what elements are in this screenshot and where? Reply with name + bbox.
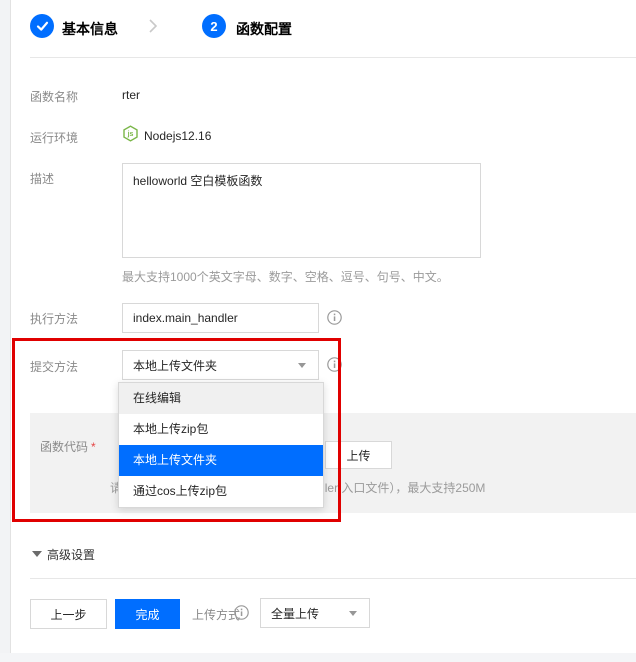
menu-item-upload-zip[interactable]: 本地上传zip包 <box>119 414 323 445</box>
svg-text:js: js <box>127 131 134 138</box>
step2-label: 函数配置 <box>236 19 292 39</box>
upload-mode-select[interactable]: 全量上传 <box>260 598 370 628</box>
menu-item-cos-zip[interactable]: 通过cos上传zip包 <box>119 476 323 507</box>
step2-number: 2 <box>210 19 217 34</box>
page-bottom-gutter <box>0 653 636 662</box>
function-name-label: 函数名称 <box>30 88 78 105</box>
footer-divider <box>30 578 636 579</box>
check-icon <box>36 21 49 32</box>
submit-method-value: 本地上传文件夹 <box>123 357 298 374</box>
header-divider <box>30 57 636 58</box>
function-code-label: 函数代码* <box>40 438 96 455</box>
description-label: 描述 <box>30 170 54 187</box>
nodejs-icon: js <box>122 125 139 142</box>
submit-method-label: 提交方法 <box>30 358 78 375</box>
upload-button[interactable]: 上传 <box>325 441 392 469</box>
chevron-right-icon <box>148 18 158 34</box>
runtime-value: Nodejs12.16 <box>144 129 211 143</box>
upload-mode-label: 上传方式 <box>192 606 240 623</box>
advanced-settings-toggle[interactable]: 高级设置 <box>47 546 95 563</box>
wizard-panel <box>10 0 636 654</box>
step1-label[interactable]: 基本信息 <box>62 19 118 39</box>
upload-mode-info-icon[interactable] <box>234 605 249 620</box>
handler-input[interactable] <box>122 303 319 333</box>
submit-method-info-icon[interactable] <box>327 357 342 372</box>
runtime-label: 运行环境 <box>30 129 78 146</box>
menu-item-online-edit[interactable]: 在线编辑 <box>119 383 323 414</box>
handler-label: 执行方法 <box>30 310 78 327</box>
description-textarea[interactable]: helloworld 空白模板函数 <box>122 163 481 258</box>
page-left-gutter <box>0 0 10 653</box>
step1-indicator[interactable] <box>30 14 54 38</box>
required-asterisk: * <box>91 440 96 454</box>
menu-item-upload-folder[interactable]: 本地上传文件夹 <box>119 445 323 476</box>
submit-method-dropdown-menu: 在线编辑 本地上传zip包 本地上传文件夹 通过cos上传zip包 <box>118 382 324 508</box>
description-hint: 最大支持1000个英文字母、数字、空格、逗号、句号、中文。 <box>122 268 449 285</box>
function-config-page: { "stepper": { "step1": {"label": "基本信息"… <box>0 0 636 662</box>
step2-indicator[interactable]: 2 <box>202 14 226 38</box>
function-name-value: rter <box>122 88 140 102</box>
chevron-down-icon <box>349 611 357 616</box>
submit-method-select[interactable]: 本地上传文件夹 <box>122 350 319 380</box>
upload-mode-value: 全量上传 <box>261 605 349 622</box>
previous-step-button[interactable]: 上一步 <box>30 599 107 629</box>
chevron-down-icon <box>298 363 306 368</box>
finish-button[interactable]: 完成 <box>115 599 180 629</box>
handler-info-icon[interactable] <box>327 310 342 325</box>
collapse-triangle-icon <box>32 551 42 557</box>
